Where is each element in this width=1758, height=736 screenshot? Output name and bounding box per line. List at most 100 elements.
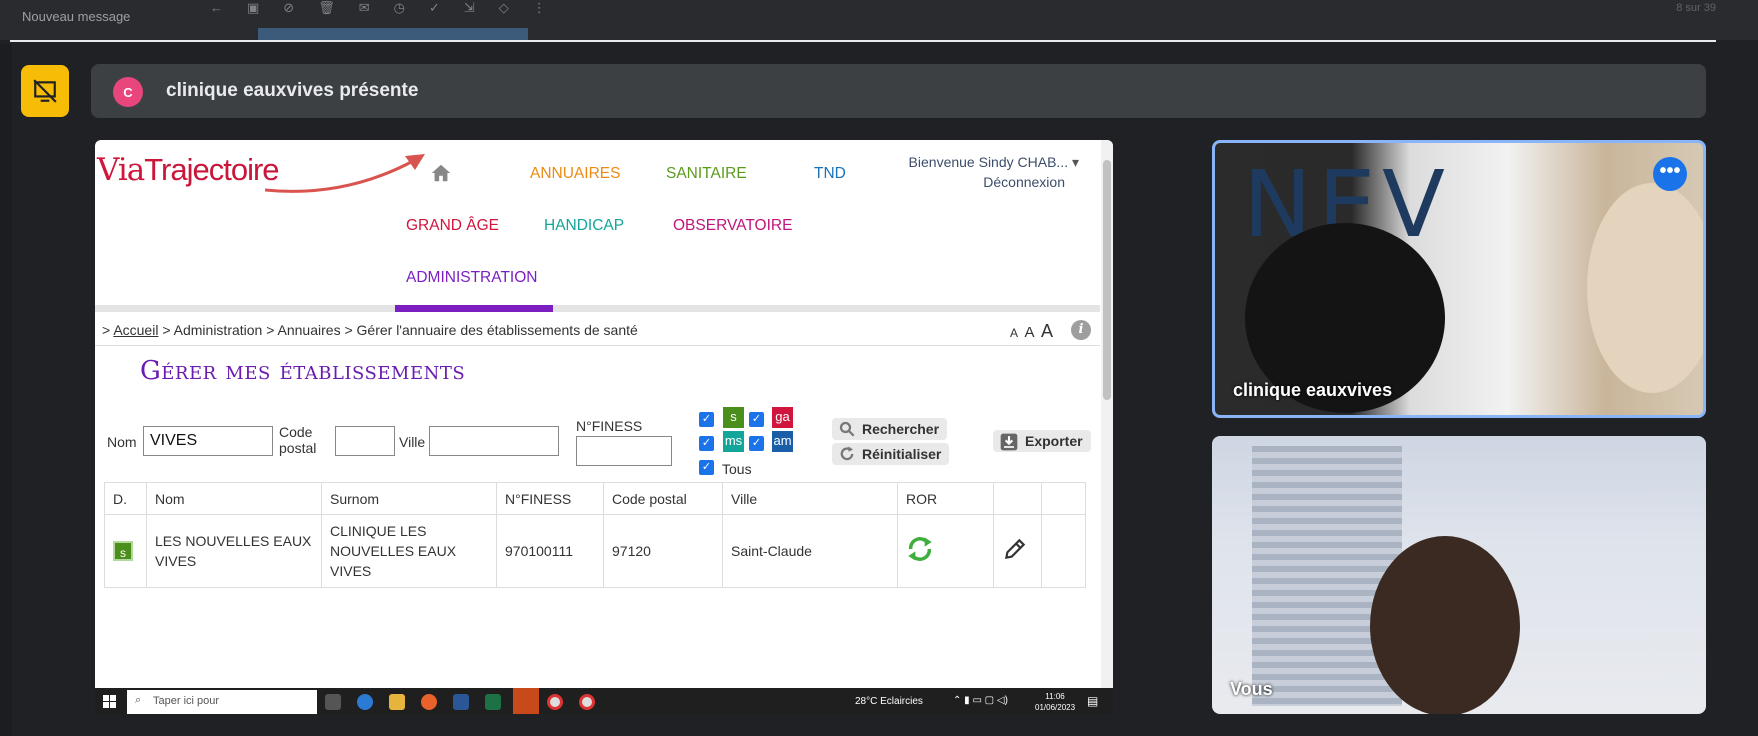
breadcrumb-home-link[interactable]: Accueil — [113, 322, 158, 338]
domain-badge-ga: ga — [772, 407, 793, 428]
chrome-icon-2[interactable] — [579, 694, 595, 710]
snooze-icon[interactable]: ◷ — [394, 0, 405, 16]
checkbox-am[interactable]: ✓ — [749, 436, 764, 451]
more-vert-icon[interactable]: ⋮ — [533, 0, 546, 16]
code-postal-input[interactable] — [335, 426, 395, 456]
refresh-icon — [838, 445, 856, 466]
page-title: Gérer mes établissements — [140, 356, 466, 386]
ror-sync-icon[interactable] — [906, 535, 934, 563]
cell-edit — [993, 514, 1042, 588]
nav-administration[interactable]: ADMINISTRATION — [406, 269, 537, 287]
email-image-fragment — [258, 28, 528, 40]
col-header-ror[interactable]: ROR — [897, 482, 994, 515]
col-header-ville[interactable]: Ville — [722, 482, 898, 515]
gmail-toolbar: ← ▣ ⊘ 🗑 ✉ ◷ ✓ ⇲ ◇ ⋮ — [210, 0, 546, 16]
tous-label: Tous — [722, 461, 752, 477]
col-header-finess[interactable]: N°FINESS — [496, 482, 604, 515]
domain-badge-s: s — [113, 540, 133, 561]
notifications-icon[interactable]: ▤ — [1087, 694, 1098, 708]
firefox-icon[interactable] — [421, 694, 437, 710]
excel-icon[interactable] — [485, 694, 501, 710]
col-header-nom[interactable]: Nom — [146, 482, 322, 515]
taskbar-clock[interactable]: 11:06 01/06/2023 — [1035, 691, 1075, 713]
finess-input[interactable] — [576, 436, 672, 466]
task-icon[interactable]: ✓ — [429, 0, 440, 16]
ville-label: Ville — [399, 434, 426, 450]
nav-bar-line — [95, 305, 1100, 312]
windows-start-icon[interactable] — [103, 695, 117, 709]
divider — [10, 40, 1716, 42]
windows-taskbar: ⌕ Taper ici pour 28°C Eclaircies ⌃ ▮ ▭ ▢… — [95, 688, 1113, 714]
label-icon[interactable]: ◇ — [499, 0, 509, 16]
mail-icon[interactable]: ✉ — [359, 0, 370, 16]
report-icon[interactable]: ⊘ — [283, 0, 294, 16]
info-icon[interactable]: i — [1071, 320, 1091, 340]
nav-grand-age[interactable]: GRAND ÂGE — [406, 217, 499, 235]
back-icon[interactable]: ← — [210, 0, 223, 16]
nav-active-underline — [395, 305, 553, 312]
col-header-surnom[interactable]: Surnom — [321, 482, 497, 515]
chevron-down-icon[interactable]: ▾ — [1072, 154, 1079, 170]
checkbox-tous[interactable]: ✓ — [699, 460, 714, 475]
user-welcome: Bienvenue Sindy CHAB... ▾ Déconnexion — [909, 152, 1079, 192]
participant-tile-self[interactable]: Vous — [1212, 436, 1706, 714]
chrome-icon[interactable] — [547, 694, 563, 710]
font-small-button[interactable]: A — [1010, 326, 1018, 340]
word-icon[interactable] — [453, 694, 469, 710]
font-size-controls: A A A — [1008, 321, 1053, 342]
ville-input[interactable] — [429, 426, 559, 456]
col-header-d[interactable]: D. — [104, 482, 147, 515]
checkbox-ms[interactable]: ✓ — [699, 436, 714, 451]
code-postal-label: Code postal — [279, 424, 317, 456]
stop-presenting-button[interactable] — [21, 65, 69, 117]
results-table: D. Nom Surnom N°FINESS Code postal Ville… — [104, 482, 1086, 588]
nav-sanitaire[interactable]: SANITAIRE — [666, 165, 747, 183]
divider — [95, 345, 1100, 346]
col-header-cp[interactable]: Code postal — [603, 482, 723, 515]
download-icon — [999, 432, 1019, 455]
participant-name-self: Vous — [1230, 679, 1273, 699]
nav-tnd[interactable]: TND — [814, 165, 846, 183]
more-options-button[interactable]: ••• — [1653, 157, 1687, 191]
nom-input[interactable] — [143, 426, 273, 456]
participant-name: clinique eauxvives — [1233, 380, 1393, 400]
scrollbar[interactable] — [1101, 140, 1113, 714]
folder-icon[interactable] — [389, 694, 405, 710]
viatrajectoire-logo[interactable]: ViaTrajectoire — [97, 152, 280, 188]
breadcrumb: > Accueil > Administration > Annuaires >… — [102, 322, 638, 338]
col-header-edit — [993, 482, 1042, 515]
cell-ville: Saint-Claude — [722, 514, 898, 588]
font-large-button[interactable]: A — [1041, 321, 1053, 341]
cell-cp: 97120 — [603, 514, 723, 588]
weather-widget[interactable]: 28°C Eclaircies — [855, 696, 923, 707]
export-button[interactable]: Exporter — [993, 430, 1091, 452]
nav-observatoire[interactable]: OBSERVATOIRE — [673, 217, 792, 235]
powerpoint-icon[interactable] — [513, 688, 539, 714]
gmail-background: Nouveau message ← ▣ ⊘ 🗑 ✉ ◷ ✓ ⇲ ◇ ⋮ 8 su… — [0, 0, 1758, 42]
domain-badge-ms: ms — [723, 431, 744, 452]
reset-button[interactable]: Réinitialiser — [832, 443, 950, 466]
nom-label: Nom — [107, 434, 137, 450]
checkbox-ga[interactable]: ✓ — [749, 412, 764, 427]
font-medium-button[interactable]: A — [1025, 324, 1035, 341]
scrollbar-thumb[interactable] — [1103, 160, 1111, 400]
move-icon[interactable]: ⇲ — [464, 0, 475, 16]
edge-icon[interactable] — [357, 694, 373, 710]
system-tray-icons[interactable]: ⌃ ▮ ▭ ▢ ◁) — [953, 695, 1008, 706]
avatar: C — [113, 77, 143, 107]
nav-handicap[interactable]: HANDICAP — [544, 217, 624, 235]
delete-icon[interactable]: 🗑 — [318, 0, 335, 16]
nav-annuaires[interactable]: ANNUAIRES — [530, 165, 620, 183]
archive-icon[interactable]: ▣ — [247, 0, 259, 16]
checkbox-s[interactable]: ✓ — [699, 412, 714, 427]
logout-link[interactable]: Déconnexion — [909, 172, 1079, 192]
home-icon[interactable] — [430, 162, 452, 184]
search-button[interactable]: Rechercher — [832, 418, 948, 441]
taskbar-search-input[interactable]: ⌕ Taper ici pour — [127, 690, 317, 714]
task-view-icon[interactable] — [325, 694, 341, 710]
participant-tile-clinique[interactable]: NEV ••• clinique eauxvives — [1212, 140, 1706, 418]
pencil-icon[interactable] — [1002, 536, 1028, 562]
table-row[interactable]: s LES NOUVELLES EAUX VIVES CLINIQUE LES … — [104, 514, 1086, 588]
search-icon — [838, 420, 856, 441]
welcome-text[interactable]: Bienvenue Sindy CHAB... ▾ — [909, 152, 1079, 172]
